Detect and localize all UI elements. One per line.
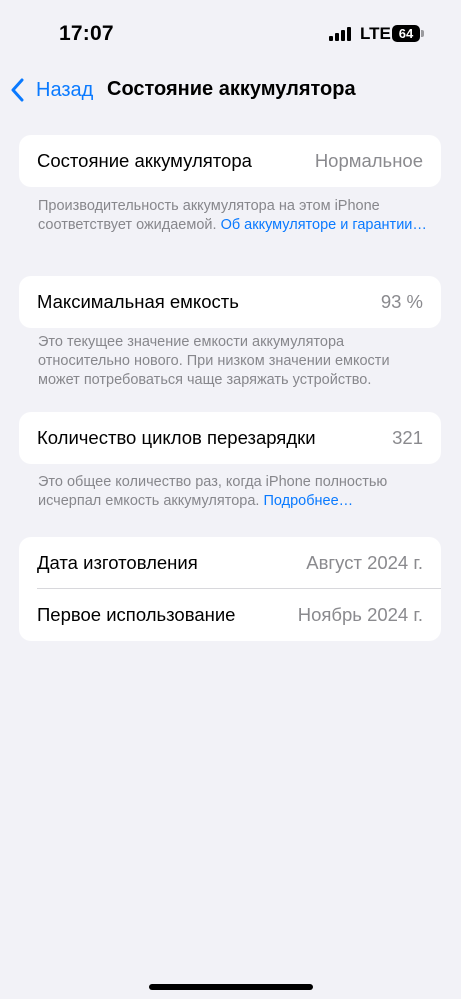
battery-icon: 64 [392, 25, 424, 42]
network-type: LTE [360, 24, 391, 43]
first-use-row: Первое использование Ноябрь 2024 г. [19, 589, 441, 641]
cycle-count-value: 321 [392, 427, 423, 448]
page-title: Состояние аккумулятора [107, 78, 356, 100]
cycle-count-note: Это общее количество раз, когда iPhone п… [38, 473, 433, 511]
max-capacity-row: Максимальная емкость 93 % [19, 276, 441, 328]
manufacture-date-row: Дата изготовления Август 2024 г. [19, 537, 441, 589]
max-capacity-label: Максимальная емкость [37, 291, 239, 312]
max-capacity-note: Это текущее значение емкости аккумулятор… [38, 334, 390, 388]
max-capacity-value: 93 % [380, 291, 423, 312]
first-use-value: Ноябрь 2024 г. [297, 604, 423, 625]
learn-more-link[interactable]: Подробнее… [263, 493, 353, 509]
status-time: 17:07 [59, 22, 114, 45]
cycle-count-label: Количество циклов перезарядки [37, 427, 316, 448]
cycle-count-row: Количество циклов перезарядки 321 [19, 412, 441, 464]
battery-health-note: Производительность аккумулятора на этом … [38, 197, 433, 235]
screen: 17:07 LTE 64 Назад Состояние аккумулятор… [0, 0, 461, 999]
max-capacity-card: Максимальная емкость 93 % [19, 276, 441, 328]
about-battery-link[interactable]: Об аккумуляторе и гарантии… [221, 217, 427, 233]
battery-health-value: Нормальное [314, 150, 423, 171]
navigation-bar: Назад Состояние аккумулятора [0, 70, 461, 110]
cycle-count-card: Количество циклов перезарядки 321 [19, 412, 441, 464]
manufacture-date-label: Дата изготовления [37, 552, 198, 573]
home-indicator[interactable] [149, 984, 313, 990]
back-label[interactable]: Назад [36, 79, 93, 102]
chevron-left-icon [11, 78, 24, 102]
battery-health-card: Состояние аккумулятора Нормальное [19, 135, 441, 187]
manufacture-date-value: Август 2024 г. [306, 552, 423, 573]
cellular-signal-icon [329, 27, 351, 41]
dates-card: Дата изготовления Август 2024 г. Первое … [19, 537, 441, 641]
back-button[interactable]: Назад [10, 76, 93, 104]
status-bar: 17:07 LTE 64 [0, 0, 461, 62]
first-use-label: Первое использование [37, 604, 236, 625]
battery-health-label: Состояние аккумулятора [37, 150, 252, 171]
battery-health-row: Состояние аккумулятора Нормальное [19, 135, 441, 187]
battery-level: 64 [398, 26, 414, 41]
